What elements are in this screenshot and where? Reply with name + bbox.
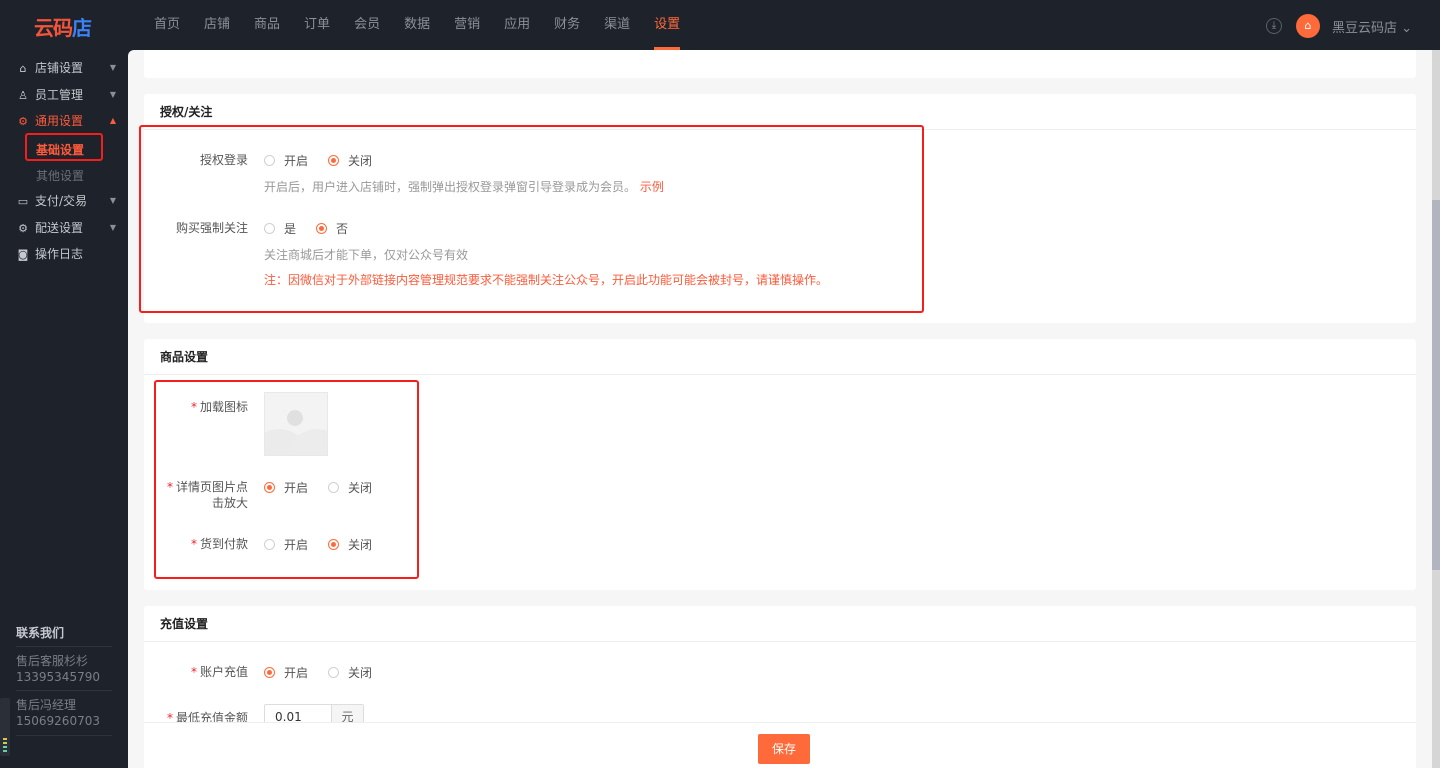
sidebar-item-general[interactable]: ⚙ 通用设置 ▲ <box>16 111 116 131</box>
contact-name: 售后冯经理 <box>16 698 77 712</box>
contact-phone: 15069260703 <box>16 714 100 728</box>
caret-down-icon: ▼ <box>109 196 116 205</box>
sidebar-item-store-settings[interactable]: ⌂ 店铺设置 ▼ <box>16 58 117 78</box>
footer-bar: 保存 <box>144 722 1416 768</box>
section-title: 充值设置 <box>144 606 1416 642</box>
sidebar: ⌂ 店铺设置 ▼ ♙ 员工管理 ▼ ⚙ 通用设置 ▲ 基础设置 其他设置 ▭ 支付/交易 ▼ ⚙… <box>0 50 128 768</box>
avatar[interactable]: ⌂ <box>1296 14 1320 38</box>
nav-finance[interactable]: 财务 <box>542 0 592 50</box>
contact-title: 联系我们 <box>16 626 65 640</box>
user-icon: ♙ <box>18 89 28 102</box>
gear-icon: ⚙ <box>18 115 28 128</box>
nav-settings[interactable]: 设置 <box>642 0 692 50</box>
contact-name: 售后客服杉杉 <box>16 654 89 668</box>
audio-meter <box>0 698 10 756</box>
download-icon[interactable]: ⤓ <box>1266 18 1282 34</box>
caret-down-icon: ▼ <box>109 223 116 232</box>
divider <box>16 690 112 691</box>
radio-recharge-on[interactable]: 开启 <box>264 664 308 681</box>
nav-home[interactable]: 首页 <box>142 0 192 50</box>
radio-recharge-off[interactable]: 关闭 <box>328 664 372 681</box>
caret-down-icon: ▼ <box>109 63 116 72</box>
sidebar-item-payment[interactable]: ▭ 支付/交易 ▼ <box>16 191 116 211</box>
nav-members[interactable]: 会员 <box>342 0 392 50</box>
store-icon: ⌂ <box>19 62 27 75</box>
main-nav: 首页 店铺 商品 订单 会员 数据 营销 应用 财务 渠道 设置 <box>142 0 692 50</box>
highlight-box <box>25 133 103 161</box>
logo[interactable]: 云码店 <box>34 12 92 41</box>
scrollbar[interactable] <box>1432 50 1440 768</box>
nav-store[interactable]: 店铺 <box>192 0 242 50</box>
gear-icon: ⚙ <box>18 222 28 235</box>
contact-phone: 13395345790 <box>16 670 100 684</box>
sidebar-item-staff[interactable]: ♙ 员工管理 ▼ <box>16 85 116 105</box>
scrollbar-thumb[interactable] <box>1432 200 1440 570</box>
nav-goods[interactable]: 商品 <box>242 0 292 50</box>
top-bar: 云码店 首页 店铺 商品 订单 会员 数据 营销 应用 财务 渠道 设置 ⤓ ⌂… <box>0 0 1440 50</box>
sidebar-sub-other[interactable]: 其他设置 <box>36 167 84 184</box>
sidebar-item-logs[interactable]: ◙ 操作日志 <box>16 244 116 264</box>
highlight-box <box>139 125 924 313</box>
nav-data[interactable]: 数据 <box>392 0 442 50</box>
nav-channels[interactable]: 渠道 <box>592 0 642 50</box>
highlight-box <box>154 380 419 579</box>
section-title: 商品设置 <box>144 339 1416 375</box>
caret-up-icon: ▲ <box>109 116 116 125</box>
log-icon: ◙ <box>17 248 29 261</box>
card-icon: ▭ <box>17 195 29 208</box>
nav-orders[interactable]: 订单 <box>292 0 342 50</box>
nav-marketing[interactable]: 营销 <box>442 0 492 50</box>
sidebar-item-delivery[interactable]: ⚙ 配送设置 ▼ <box>16 218 116 238</box>
save-button[interactable]: 保存 <box>758 734 810 764</box>
field-label: * 账户充值 <box>190 665 248 679</box>
divider <box>16 646 112 647</box>
divider <box>16 735 112 736</box>
caret-down-icon: ▼ <box>109 90 116 99</box>
nav-apps[interactable]: 应用 <box>492 0 542 50</box>
store-switcher[interactable]: 黑豆云码店 ⌄ <box>1332 17 1412 36</box>
previous-card <box>144 50 1416 78</box>
